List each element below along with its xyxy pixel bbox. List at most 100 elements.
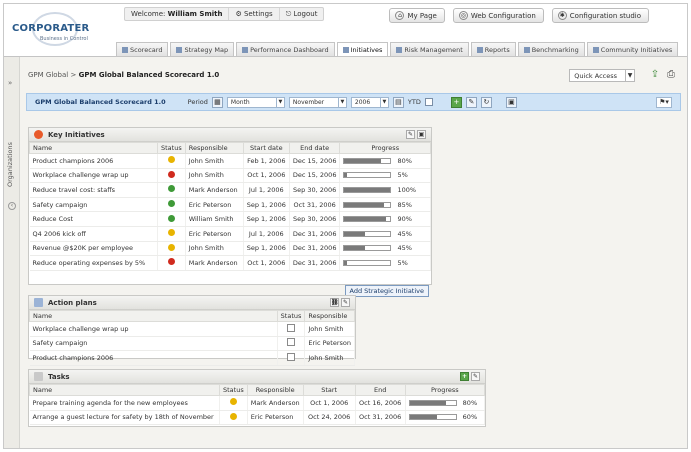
year-select[interactable]: 2006 ▼ [350,96,389,108]
progress-bar [343,245,392,252]
view-icon[interactable]: ▣ [505,96,517,108]
col-name[interactable]: Name [29,384,220,396]
month-select[interactable]: November ▼ [288,96,347,108]
settings-icon[interactable]: ▣ [417,130,426,139]
edit-icon[interactable]: ✎ [465,96,477,108]
logout-link[interactable]: ⎋ Logout [280,8,324,20]
row-name[interactable]: Safety campaign [29,336,278,352]
row-responsible: Eric Peterson [247,410,304,426]
status-checkbox[interactable] [287,323,296,332]
table-row[interactable]: Reduce operating expenses by 5% Mark Ande… [29,255,431,271]
row-name[interactable]: Reduce Cost [29,211,158,227]
flag-menu-icon[interactable]: ⚑▾ [656,97,672,108]
col-responsible[interactable]: Responsible [304,310,355,322]
tasks-icon [34,372,43,381]
row-responsible: Mark Anderson [185,182,244,198]
col-name[interactable]: Name [29,310,278,322]
status-checkbox[interactable] [287,338,296,347]
status-indicator-icon [167,258,175,266]
web-configuration-button[interactable]: ◎ Web Configuration [452,8,544,23]
tab-risk-management[interactable]: Risk Management [390,42,469,56]
link-icon[interactable]: ⛓ [330,298,339,307]
col-responsible[interactable]: Responsible [246,384,304,396]
row-name[interactable]: Reduce operating expenses by 5% [29,255,158,271]
tab-scorecard[interactable]: Scorecard [116,42,169,56]
refresh-icon[interactable]: ↻ [480,96,492,108]
progress-fill [344,158,382,163]
edit-icon[interactable]: ✎ [341,298,350,307]
status-cell [157,197,186,213]
table-row[interactable]: Workplace challenge wrap up John Smith Oct… [29,168,431,184]
tab-strategy-map[interactable]: Strategy Map [170,42,235,56]
col-status[interactable]: Status [276,310,306,322]
ytd-checkbox[interactable] [424,98,433,106]
tab-performance-dashboard[interactable]: Performance Dashboard [236,42,335,56]
table-row[interactable]: Safety campaign Eric Peterson [29,336,355,352]
export-icon[interactable]: ⇪ [649,69,661,81]
col-responsible[interactable]: Responsible [184,142,244,154]
row-name[interactable]: Reduce travel cost: staffs [29,182,158,198]
tab-reports[interactable]: Reports [470,42,516,56]
progress-bar [343,172,392,179]
col-start[interactable]: Start [302,384,356,396]
chevron-right-icon[interactable]: » [8,79,12,87]
row-start: Sep 1, 2006 [243,211,290,227]
table-row[interactable]: Product champions 2006 John Smith [29,350,355,366]
col-start-date[interactable]: Start date [242,142,290,154]
row-name[interactable]: Prepare training agenda for the new empl… [29,395,220,411]
row-name[interactable]: Revenue @$20K per employee [29,241,158,257]
period-picker-icon[interactable]: ▦ [211,96,223,108]
row-end: Sep 30, 2006 [289,182,341,198]
tab-benchmarking[interactable]: Benchmarking [517,42,585,56]
edit-icon[interactable]: ✎ [471,372,480,381]
row-name[interactable]: Workplace challenge wrap up [29,168,158,184]
table-row[interactable]: Revenue @$20K per employee John Smith Sep … [29,241,431,257]
add-icon[interactable]: + [460,372,469,381]
col-end[interactable]: End [354,384,406,396]
status-checkbox[interactable] [287,352,296,361]
action-plans-table: Name Status Responsible Workplace challe… [29,310,355,366]
tab-community-initiatives[interactable]: Community Initiatives [586,42,679,56]
table-row[interactable]: Prepare training agenda for the new empl… [29,395,486,411]
organizations-rail[interactable]: » Organizations ‹ [4,57,20,448]
row-name[interactable]: Product champions 2006 [29,350,278,366]
my-page-button[interactable]: ⌂ My Page [389,8,445,23]
table-row[interactable]: Reduce travel cost: staffs Mark Anderson J… [29,182,431,198]
configuration-studio-button[interactable]: ✱ Configuration studio [551,8,649,23]
col-end-date[interactable]: End date [288,142,341,154]
col-status[interactable]: Status [157,142,186,154]
breadcrumb-current: GPM Global Balanced Scorecard 1.0 [78,71,220,79]
table-row[interactable]: Reduce Cost William Smith Sep 1, 2006 Sep 3… [29,211,431,227]
quick-access-select[interactable]: Quick Access ▼ [569,69,635,82]
settings-link[interactable]: ⚙ Settings [229,8,280,20]
calendar-icon[interactable]: ▤ [392,96,404,108]
col-status[interactable]: Status [219,384,248,396]
col-name[interactable]: Name [29,142,158,154]
table-row[interactable]: Safety campaign Eric Peterson Sep 1, 2006 O… [29,197,431,213]
table-row[interactable]: Product champions 2006 John Smith Feb 1, 2… [29,153,431,169]
tab-icon [242,46,249,53]
row-name[interactable]: Workplace challenge wrap up [29,321,278,337]
period-type-select[interactable]: Month ▼ [226,96,285,108]
breadcrumb: GPM Global > GPM Global Balanced Scoreca… [28,71,220,79]
row-name[interactable]: Q4 2006 kick off [29,226,158,242]
my-page-label: My Page [407,11,437,20]
col-progress[interactable]: Progress [404,384,486,396]
expand-icon[interactable]: ‹ [8,202,16,210]
edit-icon[interactable]: ✎ [406,130,415,139]
breadcrumb-root[interactable]: GPM Global [28,71,68,79]
row-name[interactable]: Safety campaign [29,197,158,213]
tab-initiatives[interactable]: Initiatives [336,42,389,56]
col-progress[interactable]: Progress [339,142,431,154]
tab-label: Reports [484,45,510,54]
add-strategic-initiative-button[interactable]: Add Strategic Initiative [344,285,429,297]
print-icon[interactable]: ⎙ [665,69,677,81]
add-icon[interactable]: + [450,96,462,108]
row-name[interactable]: Arrange a guest lecture for safety by 18… [29,410,220,426]
table-row[interactable]: Q4 2006 kick off Eric Peterson Jul 1, 2006… [29,226,431,242]
row-responsible: Mark Anderson [247,395,304,411]
row-name[interactable]: Product champions 2006 [29,153,158,169]
row-end: Dec 31, 2006 [289,255,341,271]
table-row[interactable]: Workplace challenge wrap up John Smith [29,321,355,337]
table-row[interactable]: Arrange a guest lecture for safety by 18… [29,410,486,426]
